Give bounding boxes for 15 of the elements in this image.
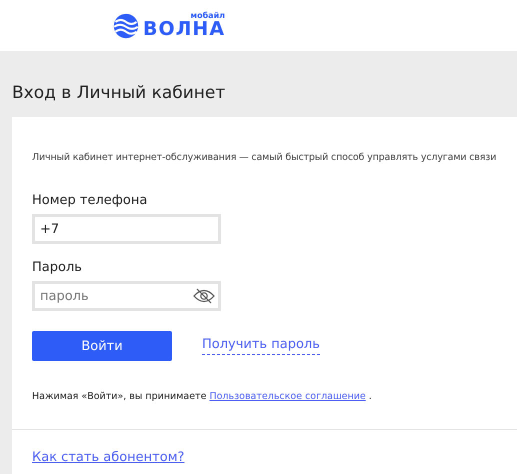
subscribe-link[interactable]: Как стать абонентом?: [32, 450, 184, 465]
logo-tagline: мобайл: [190, 12, 226, 20]
eye-crossed-icon[interactable]: [193, 288, 215, 304]
phone-label: Номер телефона: [32, 193, 148, 208]
login-button[interactable]: Войти: [32, 331, 172, 361]
password-label: Пароль: [32, 260, 82, 275]
phone-field[interactable]: +7: [32, 214, 221, 244]
wave-logo-icon: [113, 12, 139, 38]
agreement-text: Нажимая «Войти», вы принимаете Пользовательское соглашение .: [32, 391, 372, 402]
get-password-link[interactable]: Получить пароль: [202, 337, 320, 355]
logo-wordmark: ВОЛНА: [143, 20, 226, 39]
password-field[interactable]: пароль: [32, 281, 221, 311]
page-title: Вход в Личный кабинет: [11, 82, 226, 105]
intro-text: Личный кабинет интернет-обслуживания — самый быстрый способ управлять услугами связи: [32, 152, 496, 163]
agreement-link[interactable]: Пользовательское соглашение: [209, 391, 366, 402]
